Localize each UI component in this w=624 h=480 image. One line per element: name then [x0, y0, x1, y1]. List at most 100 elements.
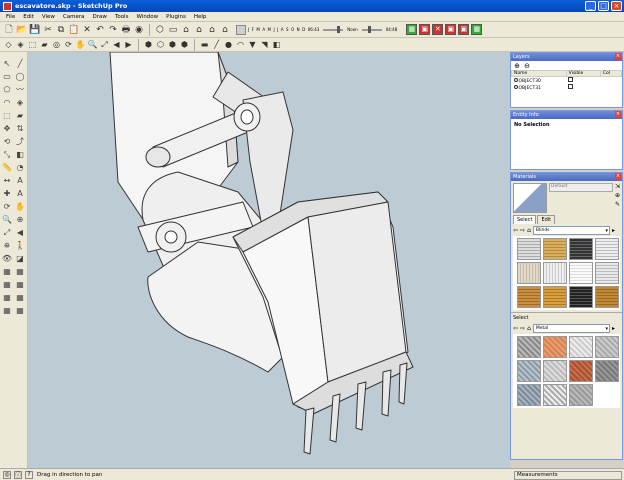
- material-swatch[interactable]: [569, 336, 593, 358]
- sandbox-icon-1[interactable]: ▦: [1, 266, 13, 277]
- details-arrow-icon[interactable]: ▸: [612, 227, 620, 234]
- details-arrow-icon[interactable]: ▸: [612, 325, 620, 332]
- front-view-icon[interactable]: ⌂: [180, 24, 192, 36]
- followme-tool-icon[interactable]: ⤴: [14, 136, 26, 147]
- sandbox-icon-8[interactable]: ▦: [14, 305, 26, 316]
- plugin-red-icon-1[interactable]: ▣: [419, 24, 431, 35]
- sandbox-icon-4[interactable]: ▦: [14, 279, 26, 290]
- materials-header[interactable]: Materials ×: [511, 173, 622, 181]
- dimension-tool-icon[interactable]: ↔: [1, 175, 13, 186]
- home-icon[interactable]: ⌂: [527, 325, 531, 332]
- erase-icon[interactable]: ✕: [81, 24, 93, 36]
- material-swatch[interactable]: [543, 384, 567, 406]
- arc-tool-icon[interactable]: ◠: [1, 97, 13, 108]
- menu-draw[interactable]: Draw: [89, 14, 111, 20]
- freehand-tool-icon[interactable]: 〰: [14, 84, 26, 95]
- tab-edit[interactable]: Edit: [537, 215, 556, 224]
- orbit-icon[interactable]: ⟳: [63, 39, 74, 50]
- move-tool-icon[interactable]: ✥: [1, 123, 13, 134]
- material-swatch[interactable]: [595, 336, 619, 358]
- eraser-tool-icon[interactable]: ▰: [14, 110, 26, 121]
- help-icon[interactable]: ?: [25, 470, 33, 479]
- forward-icon[interactable]: ⇨: [520, 227, 525, 234]
- prev-view-icon[interactable]: ◀: [111, 39, 122, 50]
- paint-icon[interactable]: ⬚: [27, 39, 38, 50]
- material-swatch[interactable]: [517, 262, 541, 284]
- rectangle-icon[interactable]: ▬: [199, 39, 210, 50]
- axes-tool-icon[interactable]: ✚: [1, 188, 13, 199]
- material-swatch[interactable]: [543, 286, 567, 308]
- sandbox-icon-2[interactable]: ▦: [14, 266, 26, 277]
- plugin-green-icon[interactable]: ▦: [406, 24, 418, 35]
- month-scale[interactable]: J F M A M J J A S O N D: [248, 27, 306, 32]
- material-swatch[interactable]: [543, 336, 567, 358]
- pushpull-tool-icon[interactable]: ⇅: [14, 123, 26, 134]
- tab-select[interactable]: Select: [513, 215, 537, 224]
- material-swatch[interactable]: [517, 286, 541, 308]
- paint-bucket-icon[interactable]: ⬚: [1, 110, 13, 121]
- geo-location-icon[interactable]: ◎: [3, 470, 11, 479]
- model-info-icon[interactable]: ◉: [133, 24, 145, 36]
- close-button[interactable]: ×: [611, 1, 622, 11]
- previous-icon[interactable]: ◀: [14, 227, 26, 238]
- redo-icon[interactable]: ↷: [107, 24, 119, 36]
- material-swatch[interactable]: [595, 360, 619, 382]
- right-view-icon[interactable]: ⌂: [193, 24, 205, 36]
- paste-icon[interactable]: 📋: [68, 24, 80, 36]
- back-icon[interactable]: ⇦: [513, 227, 518, 234]
- layers-close-icon[interactable]: ×: [615, 53, 621, 60]
- table-row[interactable]: OBJECT31: [512, 84, 622, 91]
- material-swatch[interactable]: [569, 360, 593, 382]
- walk-icon[interactable]: 🚶: [14, 240, 26, 251]
- display-secondary-icon[interactable]: ⇲: [615, 183, 620, 190]
- time-slider-2[interactable]: [361, 25, 382, 33]
- rect-tool-icon[interactable]: ▭: [1, 71, 13, 82]
- menu-help[interactable]: Help: [190, 14, 211, 20]
- open-icon[interactable]: 📂: [16, 24, 28, 36]
- new-icon[interactable]: 🗋: [3, 24, 15, 36]
- minimize-button[interactable]: _: [585, 1, 596, 11]
- active-layer-radio[interactable]: [513, 84, 518, 89]
- select-icon[interactable]: ◇: [3, 39, 14, 50]
- material-swatch[interactable]: [543, 360, 567, 382]
- zoom-ext-icon[interactable]: ⤢: [99, 39, 110, 50]
- component-icon[interactable]: ◈: [15, 39, 26, 50]
- sandbox-icon-6[interactable]: ▦: [14, 292, 26, 303]
- zoom-tool-icon[interactable]: 🔍: [1, 214, 13, 225]
- arrow-icon[interactable]: ↖: [1, 58, 13, 69]
- library-dropdown-2[interactable]: Metal: [532, 323, 610, 333]
- plugin-red-icon-4[interactable]: ▣: [458, 24, 470, 35]
- copy-icon[interactable]: ⧉: [55, 24, 67, 36]
- sample-paint-icon[interactable]: ✎: [615, 201, 620, 208]
- material-swatch[interactable]: [517, 384, 541, 406]
- offset-icon[interactable]: ◧: [271, 39, 282, 50]
- line-tool-icon[interactable]: ╱: [14, 58, 26, 69]
- make-component-icon[interactable]: ◈: [14, 97, 26, 108]
- library-dropdown[interactable]: Blinds: [532, 225, 610, 235]
- material-swatch[interactable]: [569, 262, 593, 284]
- material-swatch[interactable]: [569, 286, 593, 308]
- back-view-icon[interactable]: ⌂: [206, 24, 218, 36]
- orbit-tool-icon[interactable]: ⟳: [1, 201, 13, 212]
- zoom-extents-icon[interactable]: ⤢: [1, 227, 13, 238]
- material-swatch[interactable]: [517, 360, 541, 382]
- menu-file[interactable]: File: [2, 14, 19, 20]
- home-icon[interactable]: ⌂: [527, 227, 531, 234]
- model-viewport[interactable]: [28, 52, 510, 468]
- shadow-toggle[interactable]: [236, 24, 246, 35]
- push-pull-icon[interactable]: ▼: [247, 39, 258, 50]
- sandbox-icon-3[interactable]: ▦: [1, 279, 13, 290]
- material-swatch[interactable]: [569, 238, 593, 260]
- visible-checkbox[interactable]: [568, 77, 574, 82]
- next-view-icon[interactable]: ▶: [123, 39, 134, 50]
- credits-icon[interactable]: ⓘ: [14, 470, 22, 479]
- tape-icon[interactable]: ◎: [51, 39, 62, 50]
- wireframe-icon[interactable]: ⬡: [155, 39, 166, 50]
- material-swatch[interactable]: [543, 262, 567, 284]
- material-swatch[interactable]: [595, 286, 619, 308]
- zoom-window-icon[interactable]: ⊕: [14, 214, 26, 225]
- plugin-red-icon-3[interactable]: ▣: [445, 24, 457, 35]
- maximize-button[interactable]: □: [598, 1, 609, 11]
- forward-icon[interactable]: ⇨: [520, 325, 525, 332]
- left-view-icon[interactable]: ⌂: [219, 24, 231, 36]
